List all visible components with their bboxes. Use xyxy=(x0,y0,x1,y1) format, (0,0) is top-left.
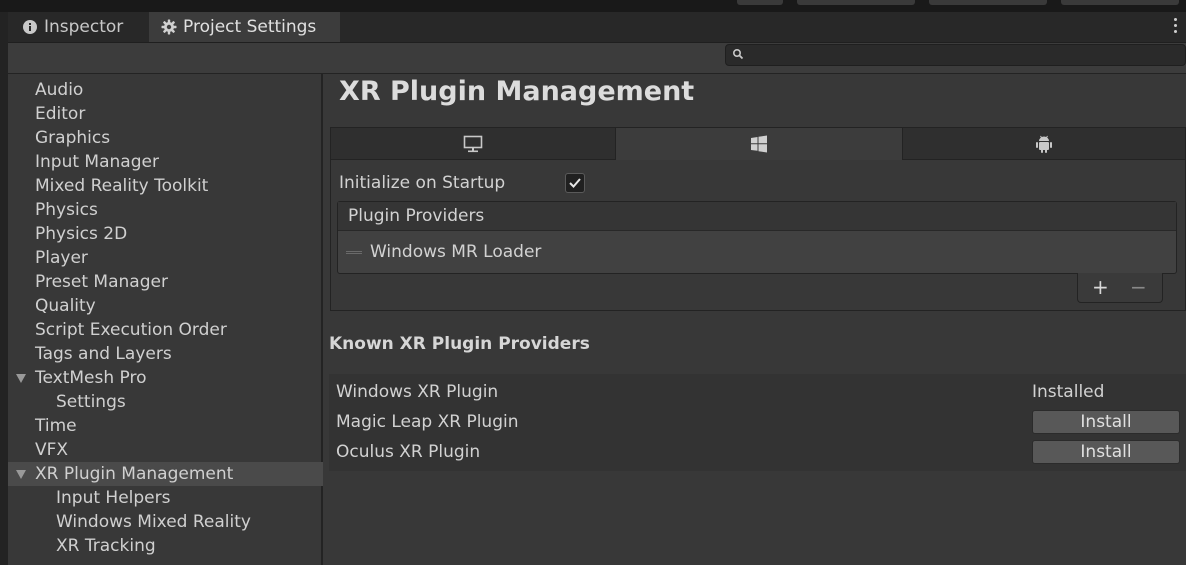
sidebar-item-audio[interactable]: Audio xyxy=(8,78,348,102)
sidebar-item-label: Windows Mixed Reality xyxy=(56,512,251,532)
checkmark-icon xyxy=(569,178,581,188)
sidebar-item-input-helpers[interactable]: Input Helpers xyxy=(8,486,369,510)
toolbar-button[interactable] xyxy=(797,0,915,5)
provider-name: Windows MR Loader xyxy=(370,242,542,262)
settings-sidebar: Audio Editor Graphics Input Manager Mixe… xyxy=(8,74,348,565)
top-toolbar xyxy=(0,0,1186,12)
sidebar-item-vfx[interactable]: VFX xyxy=(8,438,348,462)
list-item[interactable]: Windows MR Loader xyxy=(338,232,1176,273)
table-row: Windows XR Plugin Installed xyxy=(329,377,1186,407)
provider-name: Oculus XR Plugin xyxy=(336,442,481,462)
drag-handle-icon[interactable] xyxy=(346,251,362,254)
table-row: Oculus XR Plugin Install xyxy=(329,437,1186,467)
sidebar-item-label: Tags and Layers xyxy=(35,344,172,364)
sidebar-item-label: Quality xyxy=(35,296,96,316)
sidebar-item-editor[interactable]: Editor xyxy=(8,102,348,126)
tab-standalone[interactable] xyxy=(331,128,616,160)
tab-project-settings[interactable]: Project Settings xyxy=(149,12,340,42)
platform-tabs xyxy=(331,128,1185,161)
remove-provider-button[interactable]: − xyxy=(1130,275,1147,299)
sidebar-item-label: Input Helpers xyxy=(56,488,171,508)
add-provider-button[interactable]: + xyxy=(1092,275,1109,299)
sidebar-item-time[interactable]: Time xyxy=(8,414,348,438)
sidebar-item-label: Audio xyxy=(35,80,84,100)
sidebar-item-label: Time xyxy=(35,416,77,436)
plugin-providers-list: Plugin Providers Windows MR Loader xyxy=(337,201,1177,274)
sidebar-item-label: XR Plugin Management xyxy=(35,464,234,484)
android-icon xyxy=(1036,135,1052,153)
provider-name: Magic Leap XR Plugin xyxy=(336,412,519,432)
sidebar-item-label: Preset Manager xyxy=(35,272,168,292)
sidebar-item-textmesh-settings[interactable]: Settings xyxy=(8,390,369,414)
sidebar-item-label: Script Execution Order xyxy=(35,320,227,340)
tab-project-settings-label: Project Settings xyxy=(183,17,317,37)
known-providers-table: Windows XR Plugin Installed Magic Leap X… xyxy=(329,374,1186,471)
plugin-providers-header: Plugin Providers xyxy=(338,202,1176,231)
list-add-remove-footer: + − xyxy=(1077,273,1163,303)
sidebar-item-quality[interactable]: Quality xyxy=(8,294,348,318)
sidebar-item-physics[interactable]: Physics xyxy=(8,198,348,222)
toolbar-button[interactable] xyxy=(929,0,1047,5)
provider-name: Windows XR Plugin xyxy=(336,382,499,402)
sidebar-item-label: VFX xyxy=(35,440,69,460)
sidebar-item-label: XR Tracking xyxy=(56,536,156,556)
sidebar-item-label: Player xyxy=(35,248,88,268)
more-options-icon[interactable] xyxy=(1174,18,1178,33)
settings-panel: XR Plugin Management Initialize on Start… xyxy=(323,74,1186,565)
sidebar-item-label: Graphics xyxy=(35,128,111,148)
gear-icon xyxy=(161,19,177,35)
sidebar-item-mixed-reality-toolkit[interactable]: Mixed Reality Toolkit xyxy=(8,174,348,198)
info-icon xyxy=(23,20,37,34)
sidebar-item-label: Input Manager xyxy=(35,152,159,172)
search-icon xyxy=(732,48,744,60)
install-button[interactable]: Install xyxy=(1032,440,1180,464)
page-title: XR Plugin Management xyxy=(339,76,695,107)
sidebar-item-tags-and-layers[interactable]: Tags and Layers xyxy=(8,342,348,366)
sidebar-item-player[interactable]: Player xyxy=(8,246,348,270)
sidebar-item-label: Mixed Reality Toolkit xyxy=(35,176,209,196)
platform-settings-box: Initialize on Startup Plugin Providers W… xyxy=(330,127,1186,311)
windows-icon xyxy=(751,135,767,153)
initialize-on-startup-checkbox[interactable] xyxy=(565,173,585,193)
sidebar-item-graphics[interactable]: Graphics xyxy=(8,126,348,150)
tab-inspector-label: Inspector xyxy=(44,17,124,37)
sidebar-item-label: Physics 2D xyxy=(35,224,128,244)
window-tab-bar: Inspector Project Settings xyxy=(0,12,1186,43)
known-providers-title: Known XR Plugin Providers xyxy=(329,334,590,354)
toolbar-button[interactable] xyxy=(1061,0,1179,5)
sidebar-item-label: Editor xyxy=(35,104,86,124)
sidebar-item-textmesh-pro[interactable]: TextMesh Pro xyxy=(8,366,348,390)
search-row xyxy=(8,43,1186,74)
install-button[interactable]: Install xyxy=(1032,410,1180,434)
initialize-on-startup-label: Initialize on Startup xyxy=(339,173,506,193)
desktop-icon xyxy=(463,135,483,152)
sidebar-item-preset-manager[interactable]: Preset Manager xyxy=(8,270,348,294)
search-input[interactable] xyxy=(725,44,1186,66)
table-row: Magic Leap XR Plugin Install xyxy=(329,407,1186,437)
sidebar-item-xr-plugin-management[interactable]: XR Plugin Management xyxy=(8,462,348,486)
tab-android[interactable] xyxy=(902,128,1185,160)
status-label: Installed xyxy=(1032,382,1105,402)
sidebar-item-windows-mixed-reality[interactable]: Windows Mixed Reality xyxy=(8,510,369,534)
sidebar-item-input-manager[interactable]: Input Manager xyxy=(8,150,348,174)
toolbar-button[interactable] xyxy=(737,0,783,5)
sidebar-item-xr-tracking[interactable]: XR Tracking xyxy=(8,534,369,558)
tab-inspector[interactable]: Inspector xyxy=(10,12,146,42)
sidebar-item-label: TextMesh Pro xyxy=(35,368,147,388)
tab-windows-uwp[interactable] xyxy=(616,128,902,160)
sidebar-item-physics-2d[interactable]: Physics 2D xyxy=(8,222,348,246)
expand-triangle-icon[interactable] xyxy=(16,374,26,383)
left-edge-strip xyxy=(0,12,8,565)
sidebar-item-script-execution-order[interactable]: Script Execution Order xyxy=(8,318,348,342)
expand-triangle-icon[interactable] xyxy=(16,470,26,479)
sidebar-item-label: Settings xyxy=(56,392,126,412)
sidebar-item-label: Physics xyxy=(35,200,98,220)
